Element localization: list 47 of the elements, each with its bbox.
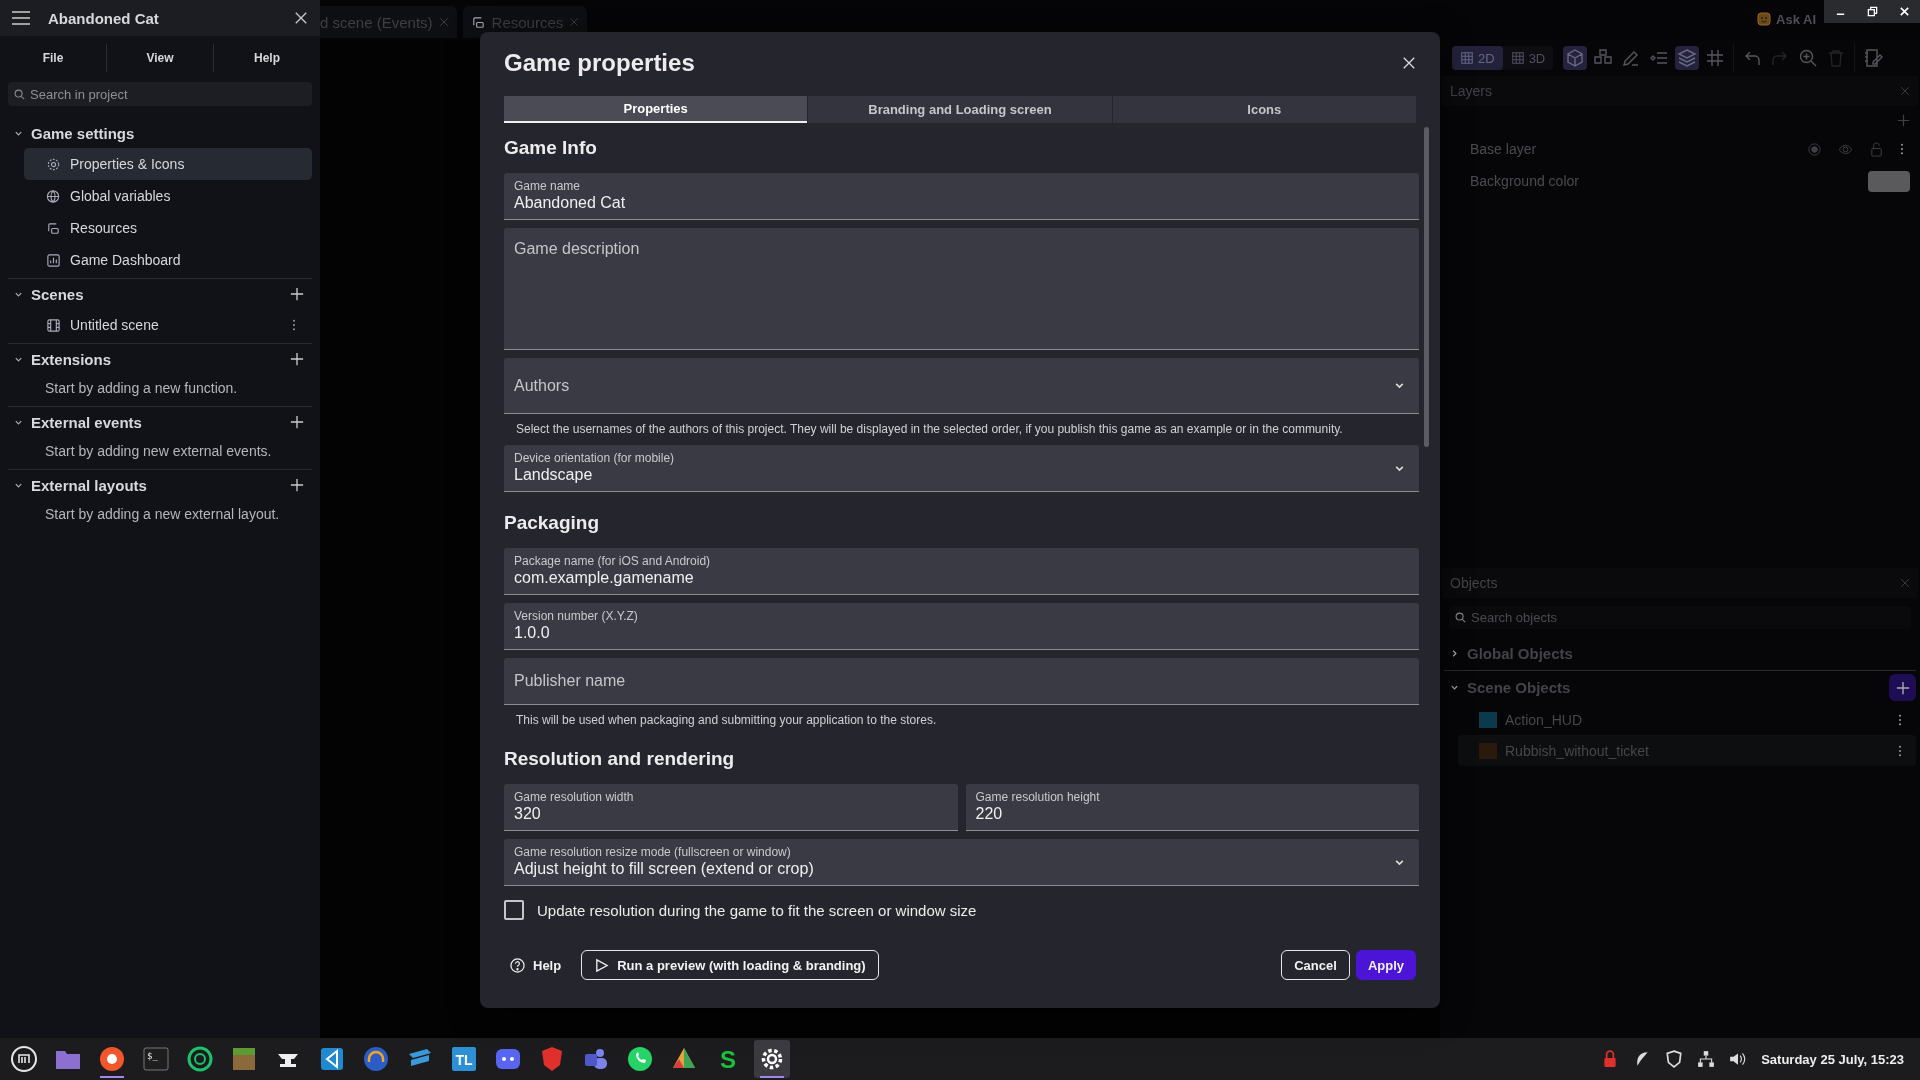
empty-hint: Start by adding a new external layout. — [44, 505, 281, 524]
section-heading: Packaging — [504, 512, 601, 534]
tab[interactable]: Branding and Loading screen — [807, 96, 1112, 123]
section-title[interactable]: Extensions — [31, 350, 282, 368]
text-field[interactable]: Publisher name — [504, 658, 1419, 705]
project-title: Abandoned Cat — [48, 9, 160, 27]
menu-button[interactable]: File — [0, 50, 106, 66]
preview-button[interactable]: Run a preview (with loading & branding) — [581, 950, 879, 980]
section-title[interactable]: Scenes — [31, 285, 282, 303]
menu-button[interactable]: View — [107, 50, 213, 66]
select-field[interactable]: Authors — [504, 358, 1419, 414]
section-title[interactable]: External events — [31, 413, 282, 431]
text-field[interactable]: Version number (X.Y.Z) 1.0.0 — [504, 603, 1419, 650]
apply-button[interactable]: Apply — [1355, 950, 1416, 980]
menu-button[interactable]: Help — [214, 50, 320, 66]
layer-label: Base layer — [1470, 141, 1538, 157]
tree-item[interactable]: Properties & Icons — [24, 148, 312, 180]
text-field[interactable]: Game resolution height 220 — [965, 784, 1419, 831]
checkbox-label[interactable]: Update resolution during the game to fit the screen or window size — [537, 901, 977, 919]
section-title[interactable]: External layouts — [31, 476, 282, 494]
select-field[interactable]: Game resolution resize mode (fullscreen or window) Adjust height to fill screen (extend or crop) — [504, 839, 1419, 886]
panel-title: Objects — [1450, 575, 1499, 591]
text-field[interactable]: Game resolution width 320 — [504, 784, 958, 831]
text-field[interactable]: Package name (for iOS and Android) com.example.gamename — [504, 548, 1419, 595]
text-field[interactable]: Game name Abandoned Cat — [504, 173, 1419, 220]
tree-item[interactable]: Resources — [24, 212, 312, 244]
dialog-title: Game properties — [504, 49, 696, 77]
cancel-button[interactable]: Cancel — [1281, 950, 1350, 980]
tree-item[interactable]: Untitled scene — [24, 309, 312, 341]
section-heading: Resolution and rendering — [504, 748, 736, 770]
layer-label: Background color — [1470, 173, 1580, 189]
tree-item[interactable]: Game Dashboard — [24, 244, 312, 276]
panel-title: Layers — [1450, 83, 1494, 99]
select-field[interactable]: Device orientation (for mobile) Landscape — [504, 445, 1419, 492]
section-title[interactable]: Game settings — [31, 124, 312, 142]
section-heading: Game Info — [504, 137, 598, 159]
helper-text: Select the usernames of the authors of this project. They will be displayed in the selected order, if you publish this game as an example or in the community. — [516, 422, 1344, 437]
search-field[interactable]: Search in project — [8, 82, 312, 106]
help-button[interactable]: Help — [504, 950, 568, 980]
clock[interactable]: Saturday 25 July, 15:23 — [1761, 1051, 1904, 1067]
tree-item[interactable]: Global variables — [24, 180, 312, 212]
tab[interactable]: Properties — [504, 96, 808, 123]
textarea-field[interactable]: Game description — [504, 228, 1419, 350]
helper-text: This will be used when packaging and submitting your application to the stores. — [516, 713, 938, 728]
empty-hint: Start by adding a new function. — [44, 379, 239, 398]
tab[interactable]: Icons — [1111, 96, 1416, 123]
empty-hint: Start by adding new external events. — [44, 442, 273, 461]
